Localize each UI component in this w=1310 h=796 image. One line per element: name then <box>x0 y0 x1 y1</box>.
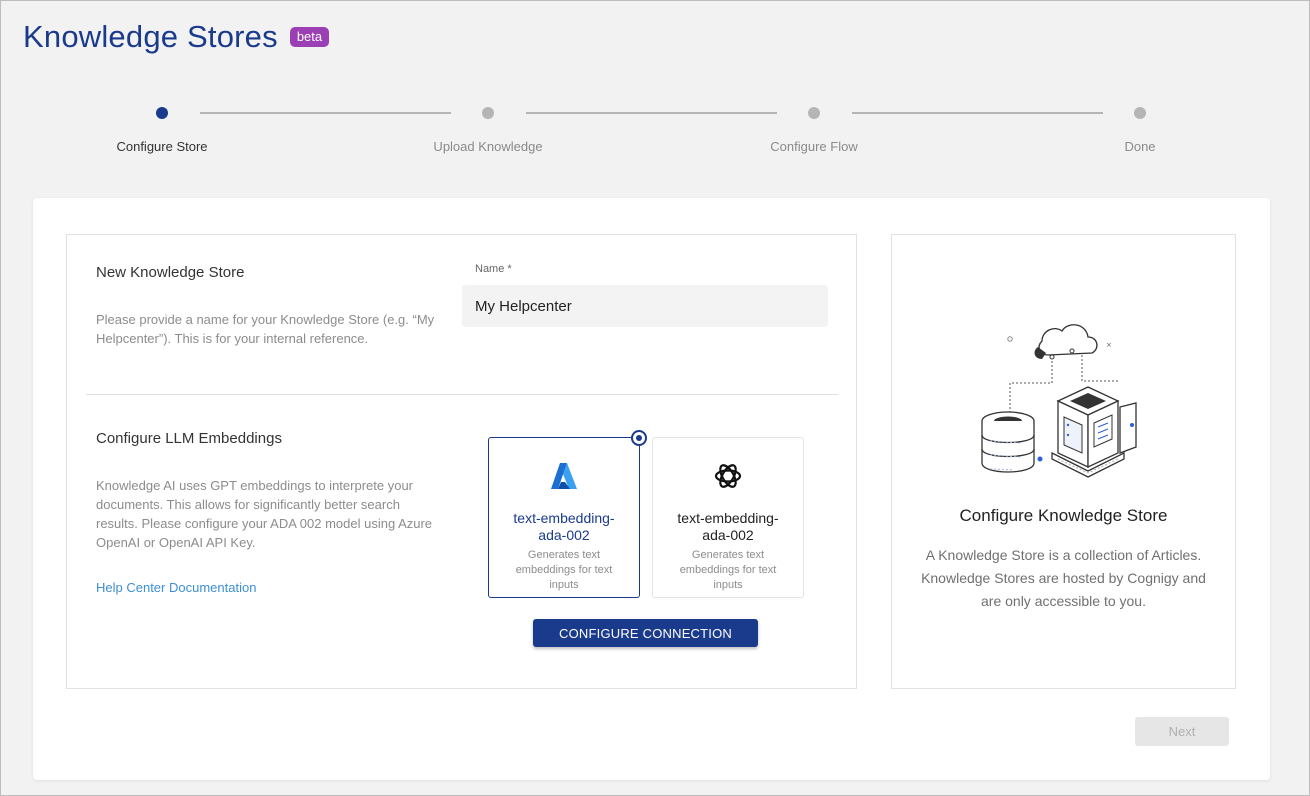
name-input[interactable] <box>462 285 828 327</box>
store-section-description: Please provide a name for your Knowledge… <box>96 312 435 346</box>
step-label-configure-store: Configure Store <box>116 139 208 154</box>
step-connector <box>200 112 451 114</box>
svg-text:×: × <box>1106 341 1112 349</box>
model-card-openai[interactable]: text-embedding-ada-002 Generates text em… <box>652 437 804 598</box>
section-divider <box>86 394 838 395</box>
info-panel-description: A Knowledge Store is a collection of Art… <box>921 547 1206 609</box>
main-card: New Knowledge Store Please provide a nam… <box>33 198 1270 780</box>
page-header: Knowledge Stores beta <box>23 19 330 55</box>
next-button[interactable]: Next <box>1135 717 1229 746</box>
step-dot-done <box>1134 107 1146 119</box>
help-center-documentation-link[interactable]: Help Center Documentation <box>96 580 256 595</box>
beta-badge: beta <box>289 27 330 47</box>
embeddings-section-description: Knowledge AI uses GPT embeddings to inte… <box>96 478 433 550</box>
knowledge-store-illustration-icon: × <box>981 324 1137 478</box>
step-label-done: Done <box>1124 139 1156 154</box>
model-name: text-embedding-ada-002 <box>513 510 615 543</box>
azure-icon <box>551 463 577 489</box>
step-connector <box>526 112 777 114</box>
step-connector <box>852 112 1103 114</box>
selected-radio-icon[interactable] <box>631 430 647 446</box>
name-field-label: Name * <box>475 263 512 275</box>
page-title: Knowledge Stores <box>23 19 278 54</box>
info-panel-title: Configure Knowledge Store <box>959 506 1168 525</box>
model-description: Generates text embeddings for text input… <box>679 549 777 591</box>
model-description: Generates text embeddings for text input… <box>515 549 613 591</box>
step-label-configure-flow: Configure Flow <box>770 139 858 154</box>
form-panel: New Knowledge Store Please provide a nam… <box>66 234 857 689</box>
step-dot-upload-knowledge <box>482 107 494 119</box>
info-panel: × Configure Knowledge Store A Knowledge … <box>891 234 1236 689</box>
configure-connection-button[interactable]: CONFIGURE CONNECTION <box>533 619 758 647</box>
store-section-title: New Knowledge Store <box>96 264 245 281</box>
openai-icon <box>714 464 742 488</box>
stepper: Configure Store Upload Knowledge Configu… <box>1 101 1310 161</box>
embeddings-section-title: Configure LLM Embeddings <box>96 430 282 447</box>
model-card-azure[interactable]: text-embedding-ada-002 Generates text em… <box>488 430 647 598</box>
model-name: text-embedding-ada-002 <box>677 510 779 543</box>
step-dot-configure-store <box>156 107 168 119</box>
step-dot-configure-flow <box>808 107 820 119</box>
step-label-upload-knowledge: Upload Knowledge <box>433 139 543 154</box>
